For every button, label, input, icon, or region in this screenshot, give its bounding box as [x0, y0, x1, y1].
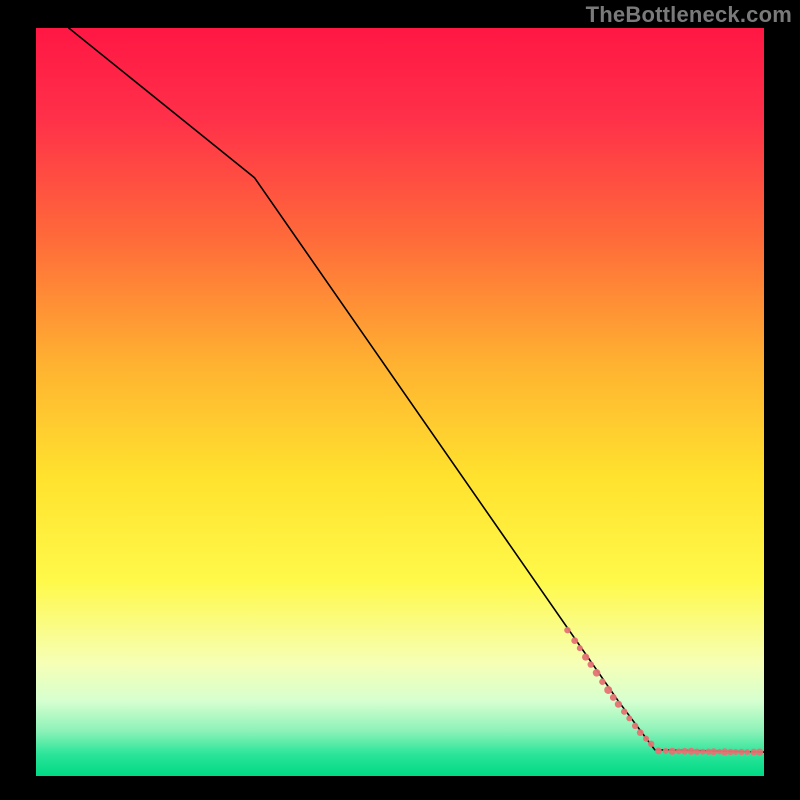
data-point	[733, 749, 739, 755]
data-point	[577, 645, 583, 651]
data-point	[582, 653, 589, 660]
data-point	[610, 694, 617, 701]
chart-canvas	[0, 0, 800, 800]
chart-stage: TheBottleneck.com	[0, 0, 800, 800]
data-point	[621, 708, 627, 714]
data-point	[694, 748, 700, 754]
data-point	[738, 749, 744, 755]
data-point	[571, 637, 578, 644]
data-point	[688, 748, 695, 755]
data-point	[643, 736, 649, 742]
data-point	[756, 748, 763, 755]
data-point	[676, 748, 682, 754]
data-point	[564, 627, 570, 633]
plot-background	[36, 28, 764, 776]
data-point	[700, 749, 706, 755]
data-point	[593, 669, 601, 677]
data-point	[632, 723, 638, 729]
data-point	[637, 729, 644, 736]
data-point	[648, 741, 654, 747]
data-point	[710, 748, 717, 755]
data-point	[663, 748, 669, 754]
data-point	[669, 748, 676, 755]
data-point	[744, 749, 750, 755]
watermark-text: TheBottleneck.com	[586, 2, 792, 28]
data-point	[615, 701, 622, 708]
data-point	[599, 679, 605, 685]
data-point	[604, 686, 612, 694]
data-point	[721, 748, 728, 755]
data-point	[681, 748, 688, 755]
data-point	[588, 661, 594, 667]
data-point	[655, 748, 662, 755]
data-point	[626, 715, 632, 721]
